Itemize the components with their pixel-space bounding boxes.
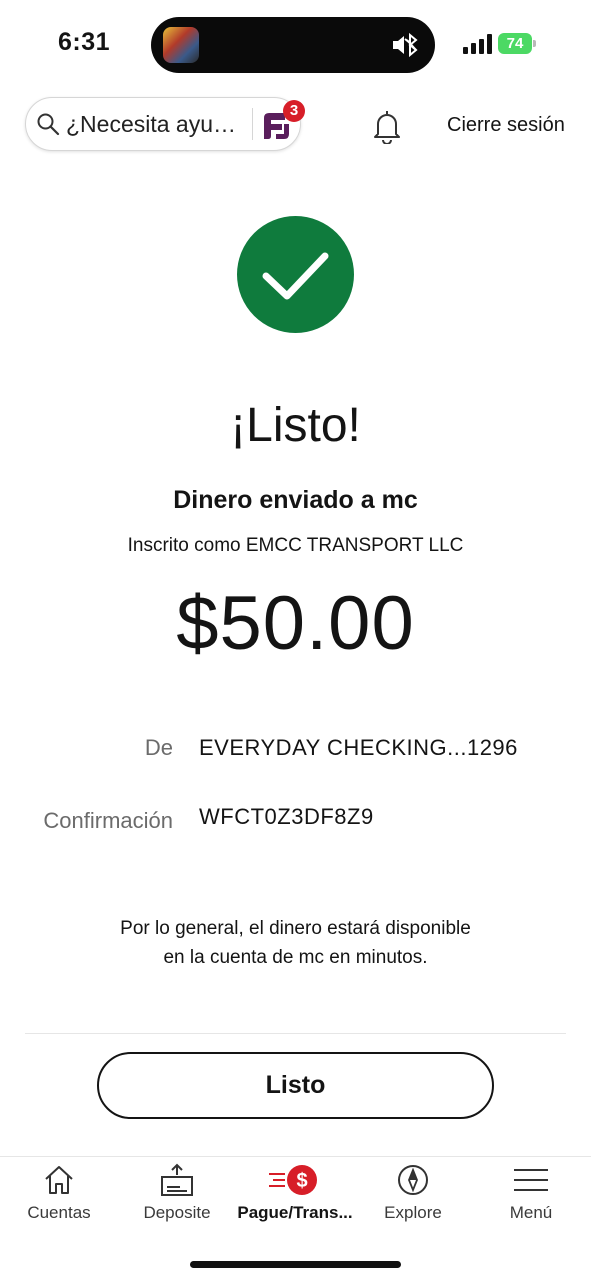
nav-label-accounts: Cuentas — [27, 1203, 91, 1222]
search-placeholder: ¿Necesita ayu… — [66, 111, 237, 137]
deposit-icon — [161, 1163, 193, 1196]
nav-label-deposit: Deposite — [143, 1203, 211, 1222]
nav-item-explore[interactable]: Explore — [354, 1163, 472, 1233]
from-label: De — [144, 735, 173, 760]
from-account: EVERYDAY CHECKING...1296 — [199, 735, 518, 760]
nav-item-menu[interactable]: Menú — [472, 1163, 590, 1233]
done-button[interactable]: Listo — [97, 1052, 494, 1119]
signout-link[interactable]: Cierre sesión — [447, 114, 565, 137]
status-bar: 6:31 74 — [0, 0, 591, 90]
notification-count-badge: 3 — [283, 100, 305, 122]
availability-note-line1: Por lo general, el dinero estará disponi… — [120, 918, 471, 939]
nav-label-explore: Explore — [384, 1203, 442, 1222]
nav-item-deposit[interactable]: Deposite — [118, 1163, 236, 1233]
bell-icon[interactable] — [371, 108, 403, 144]
nav-item-accounts[interactable]: Cuentas — [0, 1163, 118, 1233]
battery-tip — [533, 40, 536, 47]
search-input[interactable]: ¿Necesita ayu… 3 — [25, 97, 305, 151]
compass-icon — [398, 1165, 428, 1195]
availability-note: Por lo general, el dinero estará disponi… — [0, 914, 591, 972]
nav-item-pay-transfer[interactable]: $ Pague/Trans... — [236, 1163, 354, 1233]
transfer-amount: $50.00 — [176, 581, 415, 666]
section-divider — [25, 1033, 566, 1034]
success-headline: ¡Listo! — [230, 399, 361, 452]
search-icon — [37, 113, 60, 136]
battery-indicator: 74 — [498, 33, 538, 55]
availability-note-line2: en la cuenta de mc en minutos. — [163, 947, 428, 968]
nav-label-menu: Menú — [509, 1203, 553, 1222]
success-check-icon — [237, 216, 354, 333]
nav-label-pay-transfer: Pague/Trans... — [237, 1203, 353, 1222]
confirmation-label: Confirmación — [43, 808, 173, 833]
svg-text:$: $ — [296, 1170, 307, 1192]
search-divider — [252, 108, 253, 140]
enrolled-name: Inscrito como EMCC TRANSPORT LLC — [127, 535, 464, 556]
home-indicator[interactable] — [190, 1261, 401, 1268]
home-icon — [45, 1166, 73, 1194]
recipient-title: Dinero enviado a mc — [173, 486, 418, 514]
media-thumbnail — [163, 27, 199, 63]
menu-icon — [514, 1169, 548, 1191]
confirmation-number: WFCT0Z3DF8Z9 — [199, 804, 374, 829]
dynamic-island — [151, 17, 435, 73]
battery-level: 74 — [498, 33, 532, 54]
pay-transfer-icon: $ — [269, 1165, 317, 1195]
speaker-bluetooth-icon — [393, 32, 418, 58]
cellular-signal-icon — [463, 34, 492, 54]
status-time: 6:31 — [58, 28, 111, 56]
